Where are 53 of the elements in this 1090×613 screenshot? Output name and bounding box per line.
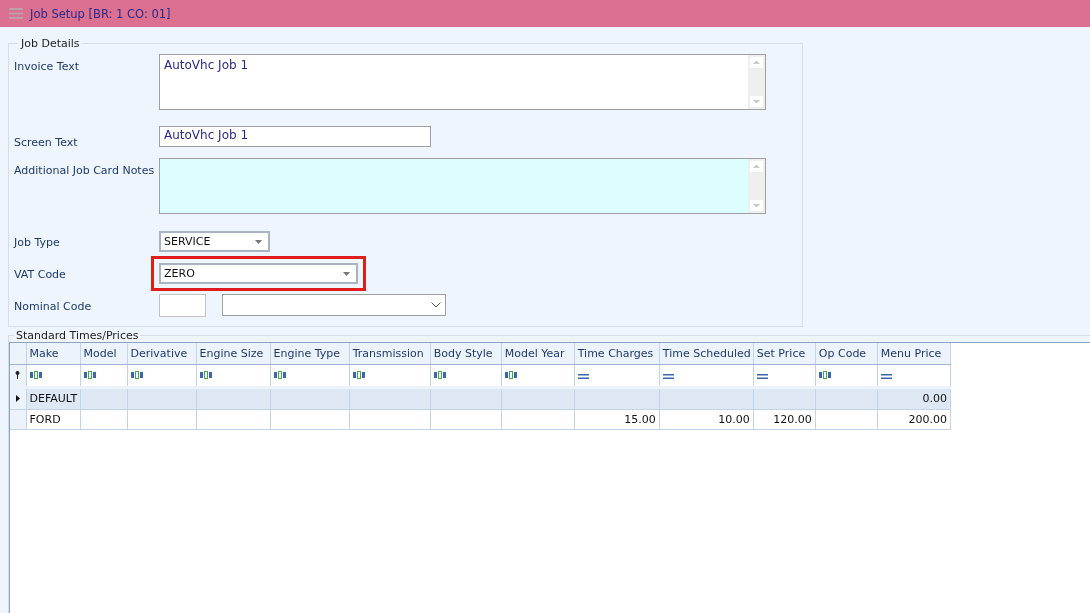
dropdown[interactable]: SERVICE — [159, 231, 270, 252]
column-header[interactable]: Model — [80, 343, 128, 364]
text-filter-icon[interactable] — [29, 370, 42, 379]
column-header[interactable]: Time Scheduled — [659, 343, 754, 364]
table-cell: 200.00 — [908, 412, 947, 426]
field-label: Invoice Text — [14, 59, 81, 73]
column-header[interactable]: Transmission — [349, 343, 431, 364]
dropdown[interactable]: ZERO — [159, 263, 358, 284]
field-label: VAT Code — [14, 267, 67, 281]
table-cell: 10.00 — [718, 412, 750, 426]
column-header[interactable]: Menu Price — [877, 343, 951, 364]
row-indicator-icon — [15, 395, 20, 403]
text-filter-icon[interactable] — [818, 370, 831, 379]
column-header[interactable]: Op Code — [815, 343, 878, 364]
dropdown[interactable] — [222, 294, 446, 316]
field-label: Job Type — [14, 235, 61, 249]
column-header[interactable]: Derivative — [127, 343, 197, 364]
window-title: Job Setup [BR: 1 CO: 01] — [30, 6, 171, 21]
field-label: Nominal Code — [14, 299, 93, 313]
table-cell: FORD — [29, 412, 61, 426]
equals-filter-icon[interactable] — [577, 373, 589, 379]
chevron-down-icon — [431, 302, 441, 308]
text-area[interactable]: AutoVhc Job 1 — [159, 54, 766, 110]
pin-icon — [15, 370, 21, 379]
table-cell: DEFAULT — [29, 392, 78, 406]
text-filter-icon[interactable] — [504, 370, 517, 379]
text-filter-icon[interactable] — [130, 370, 143, 379]
column-header[interactable]: Engine Size — [196, 343, 271, 364]
column-header[interactable]: Make — [26, 343, 80, 364]
column-header[interactable]: Time Charges — [574, 343, 660, 364]
equals-filter-icon[interactable] — [756, 373, 768, 379]
column-header[interactable]: Model Year — [501, 343, 575, 364]
field-label: Screen Text — [14, 135, 79, 149]
code-field[interactable] — [159, 294, 206, 317]
text-field[interactable]: AutoVhc Job 1 — [159, 126, 431, 147]
group-title: Standard Times/Prices — [15, 329, 140, 342]
text-filter-icon[interactable] — [273, 370, 286, 379]
dropdown-arrow-icon — [255, 239, 262, 244]
dropdown-arrow-icon — [343, 271, 350, 276]
field-label: Additional Job Card Notes — [14, 163, 156, 177]
equals-filter-icon[interactable] — [880, 373, 892, 379]
group-title: Job Details — [19, 37, 81, 50]
column-header[interactable]: Body Style — [430, 343, 502, 364]
column-header[interactable]: Set Price — [753, 343, 816, 364]
text-filter-icon[interactable] — [433, 370, 446, 379]
column-header[interactable]: Engine Type — [270, 343, 350, 364]
text-filter-icon[interactable] — [199, 370, 212, 379]
equals-filter-icon[interactable] — [662, 373, 674, 379]
table-cell: 120.00 — [773, 412, 812, 426]
text-filter-icon[interactable] — [352, 370, 365, 379]
text-filter-icon[interactable] — [83, 370, 96, 379]
table-cell: 15.00 — [624, 412, 656, 426]
table-cell: 0.00 — [922, 392, 947, 406]
